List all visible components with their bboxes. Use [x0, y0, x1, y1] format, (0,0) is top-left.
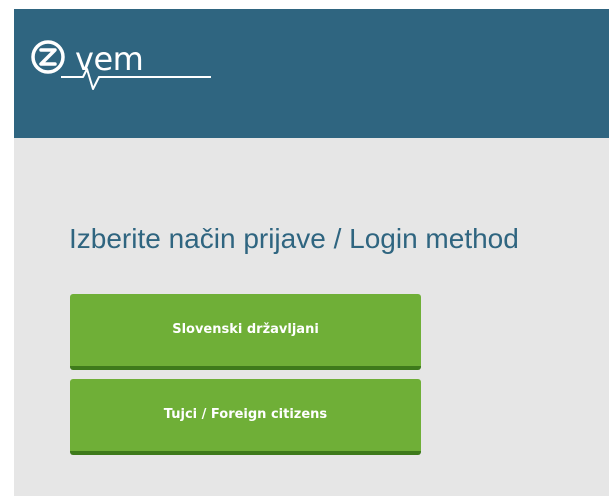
foreign-citizens-button[interactable]: Tujci / Foreign citizens [70, 379, 421, 455]
header: vem [14, 9, 609, 138]
slovenian-citizens-button[interactable]: Slovenski državljani [70, 294, 421, 370]
zvem-logo[interactable]: vem [31, 37, 211, 97]
logo-text: vem [75, 40, 144, 78]
page: vem Izberite način prijave / Login metho… [14, 9, 609, 496]
page-title: Izberite način prijave / Login method [69, 223, 519, 254]
